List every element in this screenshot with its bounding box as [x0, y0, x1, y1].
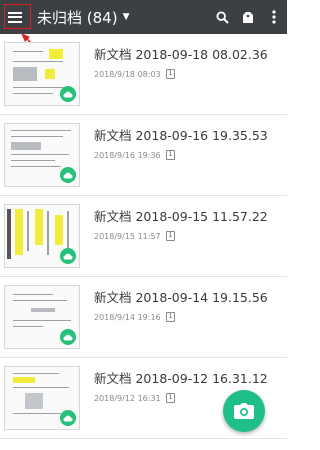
document-date: 2018/9/15 11:57 — [94, 231, 161, 241]
page-count-badge: 1 — [165, 231, 176, 241]
app-bar: 未归档 (84) ▼ — [0, 0, 287, 34]
camera-fab-button[interactable] — [223, 390, 265, 432]
camera-icon — [234, 403, 254, 419]
page-count-badge: 1 — [165, 312, 176, 322]
document-row[interactable]: 新文档 2018-09-16 19.35.53 2018/9/16 19:36 … — [0, 115, 287, 196]
document-list: 新文档 2018-09-18 08.02.36 2018/9/18 08:03 … — [0, 34, 287, 439]
document-date: 2018/9/12 16:31 — [94, 393, 161, 403]
dropdown-arrow-icon: ▼ — [122, 12, 130, 22]
tag-button[interactable] — [235, 0, 261, 34]
cloud-synced-icon — [60, 167, 76, 183]
tag-icon — [243, 11, 253, 23]
document-title: 新文档 2018-09-14 19.15.56 — [94, 290, 268, 305]
page-count-badge: 1 — [165, 69, 176, 79]
document-thumbnail — [4, 366, 80, 430]
document-thumbnail — [4, 204, 80, 268]
search-button[interactable] — [209, 0, 235, 34]
document-date: 2018/9/14 19:16 — [94, 312, 161, 322]
document-title: 新文档 2018-09-15 11.57.22 — [94, 209, 268, 224]
document-date: 2018/9/16 19:36 — [94, 150, 161, 160]
document-thumbnail — [4, 42, 80, 106]
document-title: 新文档 2018-09-18 08.02.36 — [94, 47, 268, 62]
more-options-button[interactable] — [261, 0, 287, 34]
page-count-badge: 1 — [165, 393, 176, 403]
cloud-synced-icon — [60, 86, 76, 102]
cloud-synced-icon — [60, 248, 76, 264]
annotation-highlight-box — [4, 4, 31, 29]
search-icon — [215, 10, 229, 24]
document-row[interactable]: 新文档 2018-09-15 11.57.22 2018/9/15 11:57 … — [0, 196, 287, 277]
folder-selector[interactable]: 未归档 (84) ▼ — [30, 7, 129, 28]
page-count-badge: 1 — [165, 150, 176, 160]
cloud-synced-icon — [60, 410, 76, 426]
document-thumbnail — [4, 123, 80, 187]
document-row[interactable]: 新文档 2018-09-14 19.15.56 2018/9/14 19:16 … — [0, 277, 287, 358]
cloud-synced-icon — [60, 329, 76, 345]
document-title: 新文档 2018-09-12 16.31.12 — [94, 371, 268, 386]
document-row[interactable]: 新文档 2018-09-18 08.02.36 2018/9/18 08:03 … — [0, 34, 287, 115]
more-vert-icon — [272, 10, 276, 24]
document-title: 新文档 2018-09-16 19.35.53 — [94, 128, 268, 143]
document-date: 2018/9/18 08:03 — [94, 69, 161, 79]
document-thumbnail — [4, 285, 80, 349]
page-title: 未归档 (84) — [37, 8, 118, 27]
